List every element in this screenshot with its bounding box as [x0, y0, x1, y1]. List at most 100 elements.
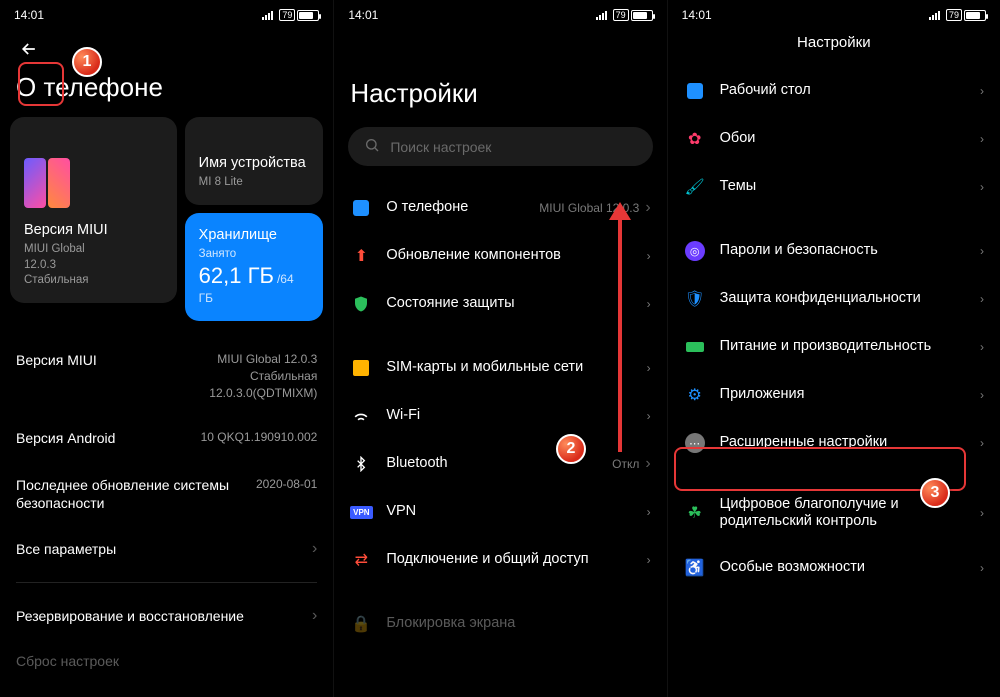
signal-icon: [929, 10, 940, 20]
bluetooth-icon: [350, 453, 372, 475]
device-card-title: Имя устройства: [199, 155, 310, 171]
shield-icon: [350, 293, 372, 315]
step-badge-1: 1: [72, 47, 102, 77]
chevron-right-icon: ›: [645, 455, 650, 473]
status-right: 79: [262, 9, 319, 21]
chevron-right-icon: ›: [980, 436, 984, 450]
brush-icon: 🖌: [684, 176, 706, 198]
item-wifi[interactable]: Wi-Fi ›: [334, 392, 666, 440]
item-connection-sharing[interactable]: ⇄ Подключение и общий доступ ›: [334, 536, 666, 584]
item-vpn[interactable]: VPN VPN ›: [334, 488, 666, 536]
panel-about-phone: 14:01 79 О телефоне Версия MIUI MIUI Glo…: [0, 0, 333, 697]
storage-used-label: Занято: [199, 247, 310, 263]
item-battery-performance[interactable]: Питание и производительность ›: [668, 323, 1000, 371]
miui-card-sub: MIUI Global 12.0.3 Стабильная: [24, 242, 89, 289]
about-detail-list: Версия MIUI MIUI Global 12.0.3 Стабильна…: [0, 321, 333, 572]
battery-icon: 79: [279, 9, 319, 21]
lock-icon: 🔒: [350, 613, 372, 635]
row-miui-version[interactable]: Версия MIUI MIUI Global 12.0.3 Стабильна…: [16, 337, 317, 415]
back-button[interactable]: [12, 32, 46, 66]
chevron-right-icon: ›: [647, 409, 651, 423]
status-time: 14:01: [14, 8, 44, 22]
page-title: Настройки: [668, 26, 1000, 61]
battery-icon: 79: [946, 9, 986, 21]
settings-list: О телефоне MIUI Global 12.0.3› ⬆ Обновле…: [334, 178, 666, 654]
item-sim-networks[interactable]: SIM-карты и мобильные сети ›: [334, 344, 666, 392]
item-digital-wellbeing[interactable]: ☘ Цифровое благополучие и родительский к…: [668, 483, 1000, 544]
row-security-update[interactable]: Последнее обновление системы безопасност…: [16, 462, 317, 526]
search-placeholder: Поиск настроек: [390, 139, 491, 155]
shield-icon: 🛡: [684, 288, 706, 310]
chevron-right-icon: ›: [647, 553, 651, 567]
status-right: 79: [596, 9, 653, 21]
chevron-right-icon: ›: [312, 607, 317, 625]
chevron-right-icon: ›: [647, 249, 651, 263]
battery-icon: [684, 336, 706, 358]
device-card-value: MI 8 Lite: [199, 175, 310, 191]
chevron-right-icon: ›: [980, 561, 984, 575]
share-icon: ⇄: [350, 549, 372, 571]
miui-version-card[interactable]: Версия MIUI MIUI Global 12.0.3 Стабильна…: [10, 117, 177, 303]
chevron-right-icon: ›: [980, 180, 984, 194]
item-security-status[interactable]: Состояние защиты ›: [334, 280, 666, 328]
dots-icon: ⋯: [684, 432, 706, 454]
about-actions: Резервирование и восстановление › Сброс …: [0, 593, 333, 683]
settings-list: Рабочий стол › ✿ Обои › 🖌 Темы › ◎ Парол…: [668, 61, 1000, 598]
item-privacy[interactable]: 🛡 Защита конфиденциальности ›: [668, 275, 1000, 323]
item-lockscreen[interactable]: 🔒 Блокировка экрана: [334, 600, 666, 648]
row-all-params[interactable]: Все параметры ›: [16, 526, 317, 572]
item-home-screen[interactable]: Рабочий стол ›: [668, 67, 1000, 115]
search-icon: [364, 137, 380, 156]
chevron-right-icon: ›: [980, 506, 984, 520]
row-reset[interactable]: Сброс настроек: [16, 639, 317, 683]
item-accessibility[interactable]: ♿ Особые возможности ›: [668, 544, 1000, 592]
vpn-icon: VPN: [350, 501, 372, 523]
status-time: 14:01: [682, 8, 712, 22]
signal-icon: [262, 10, 273, 20]
item-system-update[interactable]: ⬆ Обновление компонентов ›: [334, 232, 666, 280]
chevron-right-icon: ›: [980, 84, 984, 98]
status-bar: 14:01 79: [668, 0, 1000, 26]
item-bluetooth[interactable]: Bluetooth Откл›: [334, 440, 666, 488]
chevron-right-icon: ›: [312, 540, 317, 558]
row-backup-restore[interactable]: Резервирование и восстановление ›: [16, 593, 317, 639]
wifi-icon: [350, 405, 372, 427]
status-right: 79: [929, 9, 986, 21]
item-advanced-settings[interactable]: ⋯ Расширенные настройки ›: [668, 419, 1000, 467]
item-passwords-security[interactable]: ◎ Пароли и безопасность ›: [668, 227, 1000, 275]
divider: [16, 582, 317, 583]
item-apps[interactable]: ⚙ Приложения ›: [668, 371, 1000, 419]
device-name-card[interactable]: Имя устройства MI 8 Lite: [185, 117, 324, 205]
chevron-right-icon: ›: [647, 297, 651, 311]
chevron-right-icon: ›: [647, 505, 651, 519]
panel-settings-main: 14:01 79 Настройки Поиск настроек О теле…: [333, 0, 666, 697]
item-themes[interactable]: 🖌 Темы ›: [668, 163, 1000, 211]
page-title: Настройки: [334, 72, 666, 123]
sim-icon: [350, 357, 372, 379]
search-input[interactable]: Поиск настроек: [348, 127, 652, 166]
chevron-right-icon: ›: [647, 361, 651, 375]
home-icon: [684, 80, 706, 102]
status-time: 14:01: [348, 8, 378, 22]
storage-card-title: Хранилище: [199, 227, 310, 243]
chevron-right-icon: ›: [980, 244, 984, 258]
fingerprint-icon: ◎: [684, 240, 706, 262]
chevron-right-icon: ›: [980, 388, 984, 402]
signal-icon: [596, 10, 607, 20]
item-wallpaper[interactable]: ✿ Обои ›: [668, 115, 1000, 163]
chevron-right-icon: ›: [645, 199, 650, 217]
wellbeing-icon: ☘: [684, 502, 706, 524]
row-android-version[interactable]: Версия Android 10 QKQ1.190910.002: [16, 415, 317, 461]
chevron-right-icon: ›: [980, 340, 984, 354]
storage-card[interactable]: Хранилище Занято 62,1 ГБ/64 ГБ: [185, 213, 324, 321]
step-badge-3: 3: [920, 478, 950, 508]
scroll-arrow-icon: [618, 216, 622, 452]
accessibility-icon: ♿: [684, 557, 706, 579]
flower-icon: ✿: [684, 128, 706, 150]
phone-icon: [350, 197, 372, 219]
step-badge-2: 2: [556, 434, 586, 464]
chevron-right-icon: ›: [980, 292, 984, 306]
miui-logo-icon: [24, 158, 70, 208]
status-bar: 14:01 79: [334, 0, 666, 26]
gear-icon: ⚙: [684, 384, 706, 406]
